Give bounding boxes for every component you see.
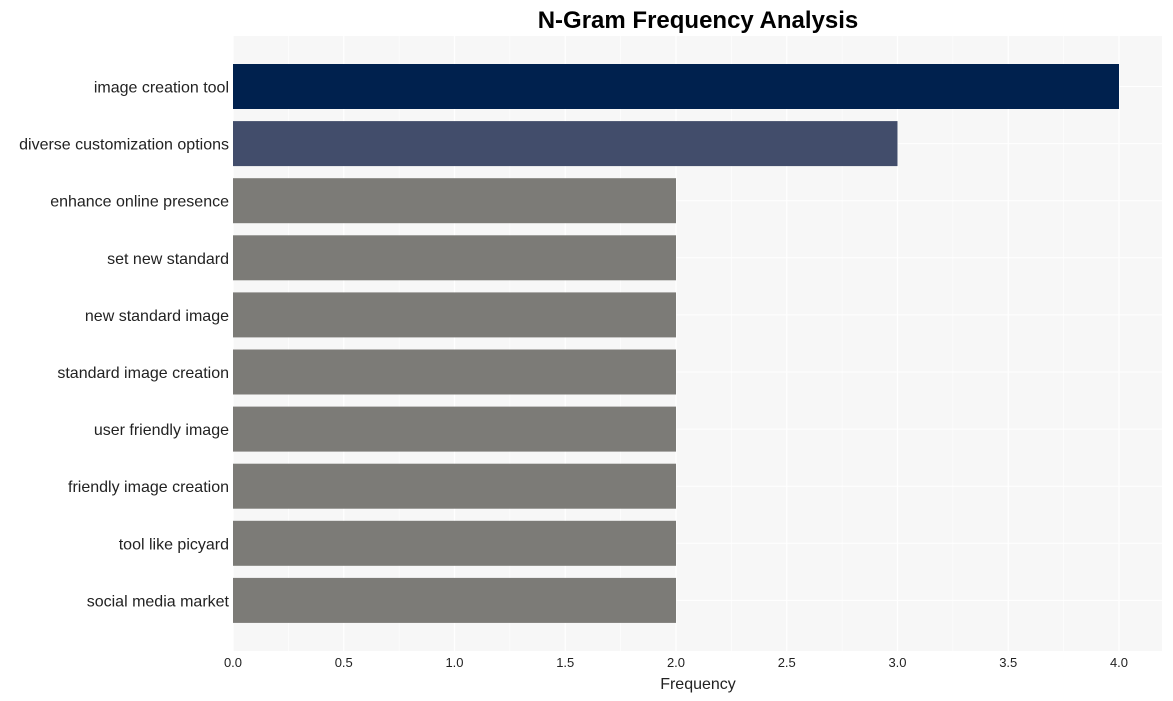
bar-standard-image-creation [233, 349, 676, 395]
y-tick-label: friendly image creation [68, 479, 229, 496]
bar-diverse-customization-options [233, 121, 898, 167]
bar-image-creation-tool [233, 64, 1119, 109]
bar-user-friendly-image [233, 406, 676, 452]
y-tick-label: new standard image [85, 308, 229, 325]
x-tick-label: 1.0 [445, 655, 463, 670]
y-tick-label: social media market [87, 593, 230, 610]
bar-enhance-online-presence [233, 178, 676, 224]
ngram-bar-chart: image creation tool diverse customization… [19, 7, 1162, 693]
y-tick-label: set new standard [107, 251, 229, 268]
y-tick-label: standard image creation [57, 365, 229, 382]
bar-friendly-image-creation [233, 463, 676, 509]
y-tick-label: enhance online presence [50, 194, 229, 211]
x-tick-label: 0.5 [335, 655, 353, 670]
x-axis-label: Frequency [660, 676, 736, 693]
bar-new-standard-image [233, 292, 676, 338]
bar-social-media-market [233, 577, 676, 623]
bar-tool-like-picyard [233, 520, 676, 566]
y-tick-label: image creation tool [94, 80, 229, 97]
x-tick-label: 2.5 [778, 655, 796, 670]
x-tick-label: 2.0 [667, 655, 685, 670]
y-tick-label: user friendly image [94, 422, 229, 439]
x-tick-label: 3.0 [888, 655, 906, 670]
x-tick-label: 0.0 [224, 655, 242, 670]
y-tick-label: tool like picyard [119, 536, 229, 553]
x-tick-label: 1.5 [556, 655, 574, 670]
x-tick-label: 3.5 [999, 655, 1017, 670]
y-axis-labels: image creation tool diverse customization… [19, 80, 229, 611]
bar-set-new-standard [233, 235, 676, 281]
y-tick-label: diverse customization options [19, 137, 229, 154]
chart-title: N-Gram Frequency Analysis [538, 7, 859, 34]
x-axis-ticks: 0.0 0.5 1.0 1.5 2.0 2.5 3.0 3.5 4.0 [224, 655, 1128, 670]
x-tick-label: 4.0 [1110, 655, 1128, 670]
